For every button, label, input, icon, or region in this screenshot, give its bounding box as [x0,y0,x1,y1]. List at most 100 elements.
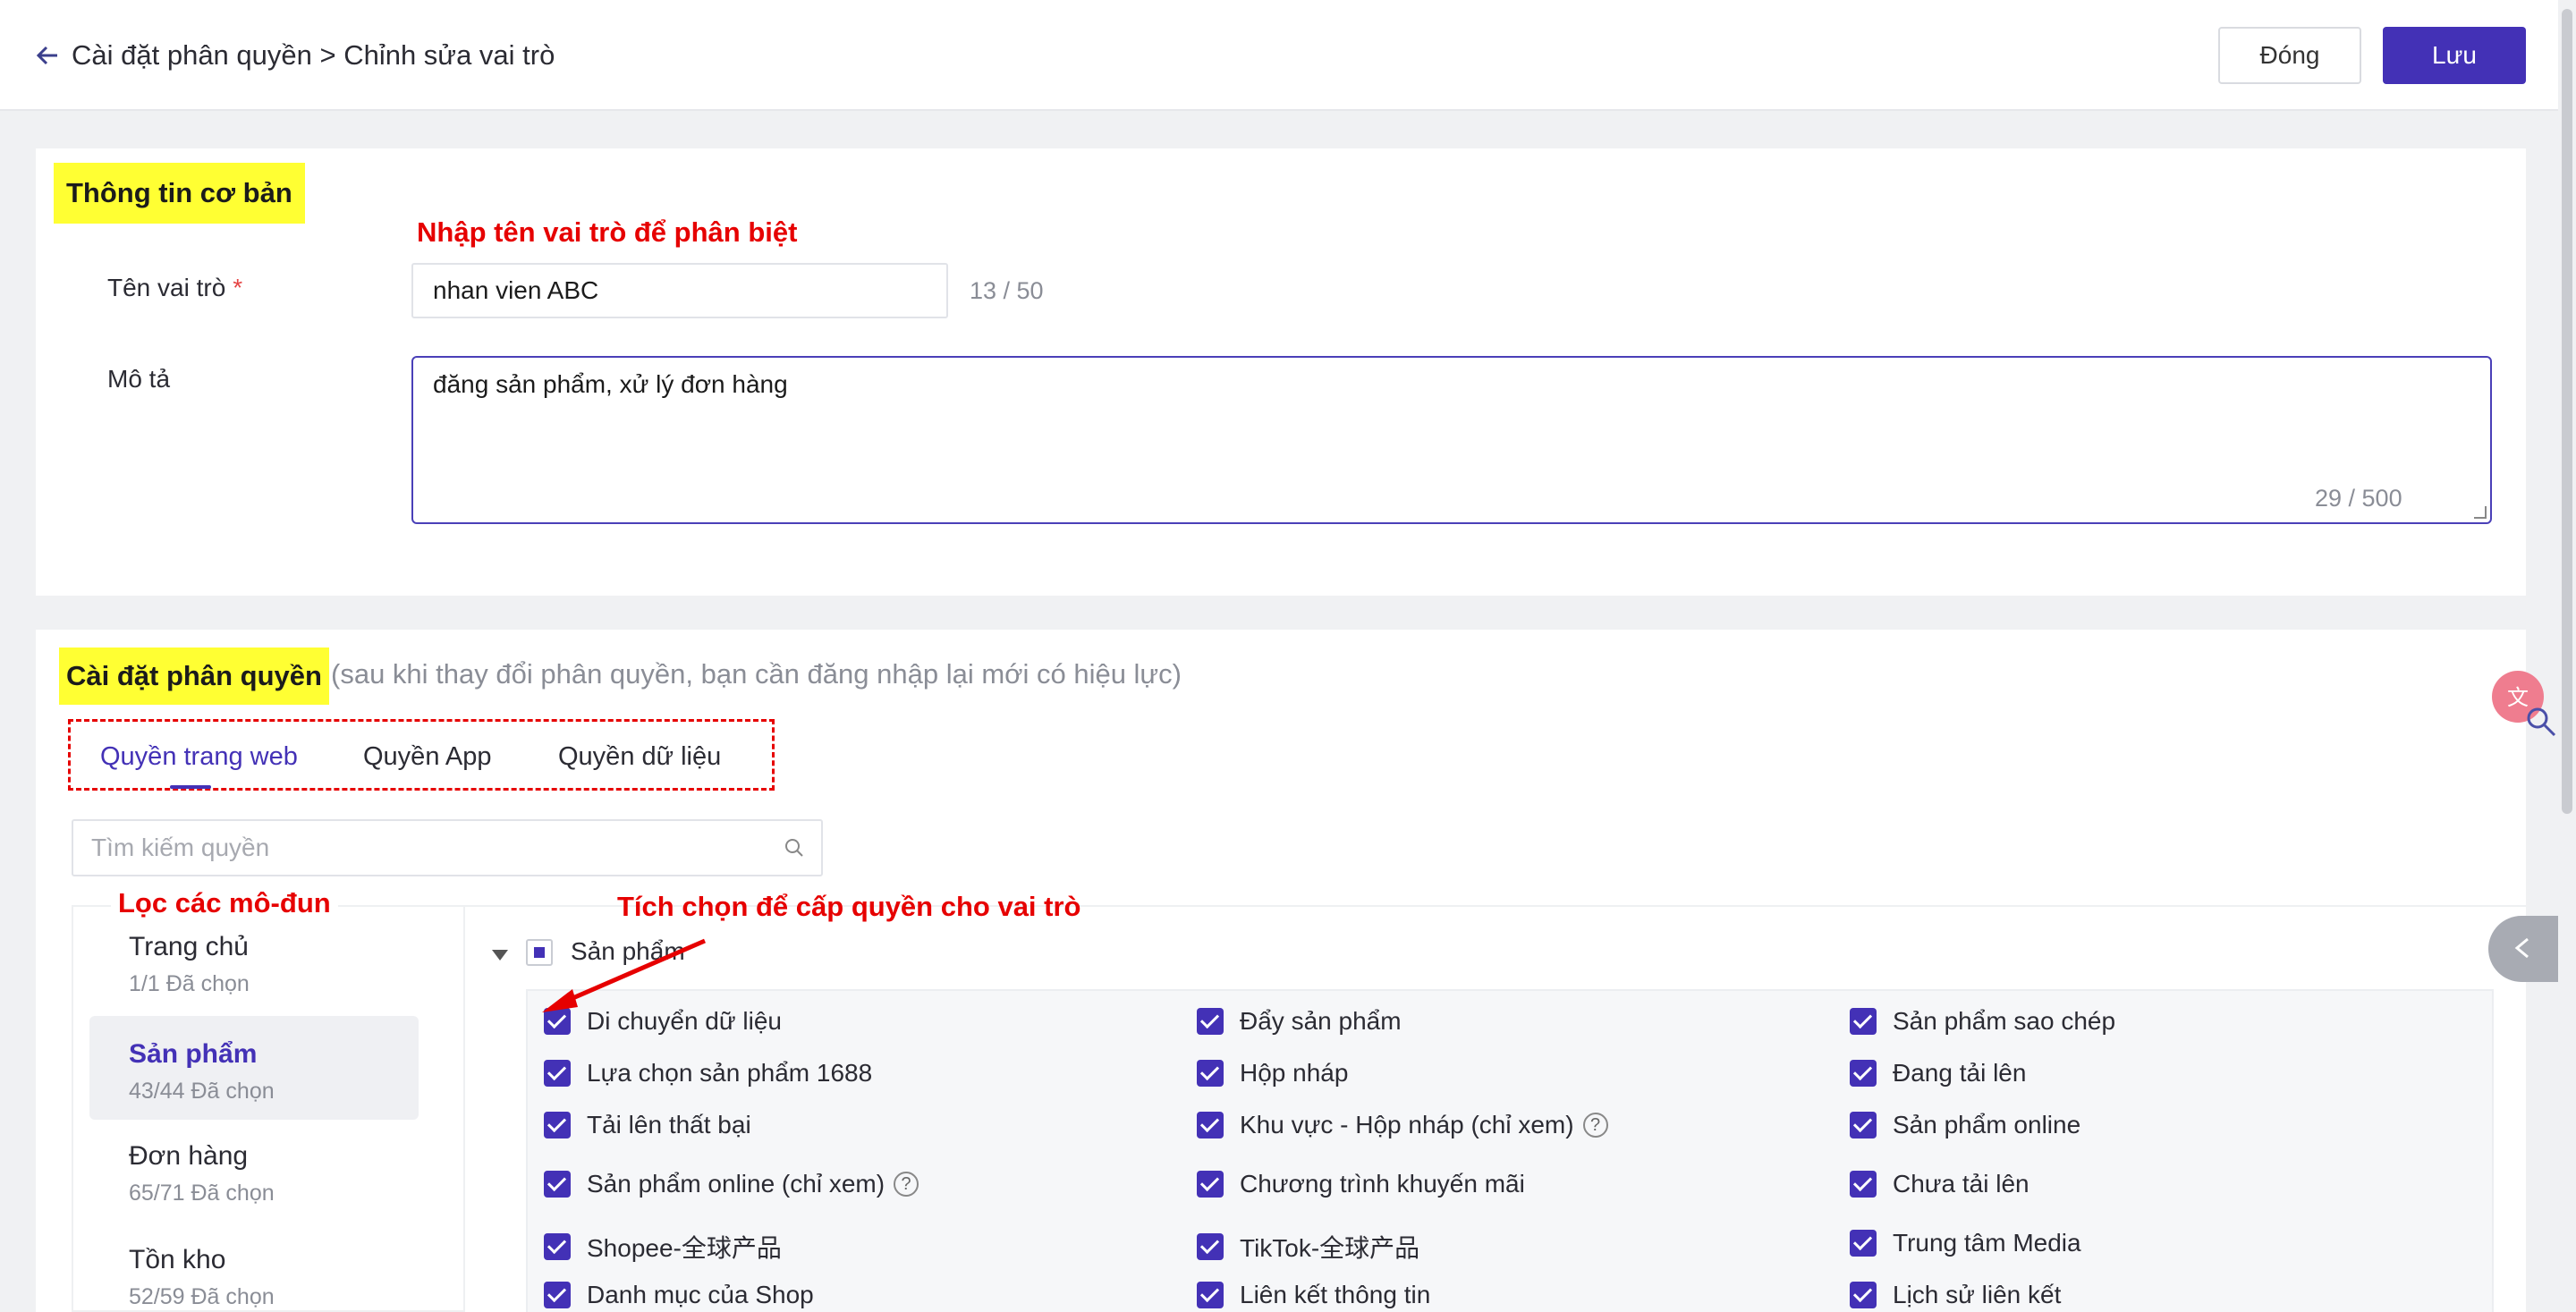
permission-item[interactable]: Hộp nháp [1197,1059,1348,1088]
permission-item[interactable]: TikTok-全球产品 [1197,1229,1419,1265]
permission-label: Chương trình khuyến mãi [1240,1170,1525,1198]
permission-label: TikTok-全球产品 [1240,1234,1420,1262]
permission-item[interactable]: Trung tâm Media [1850,1229,2081,1257]
checkbox-checked-icon[interactable] [1850,1060,1877,1087]
basic-info-title: Thông tin cơ bản [54,163,305,224]
role-name-input[interactable]: nhan vien ABC [411,263,948,318]
permission-item[interactable]: Sản phẩm sao chép [1850,1007,2115,1036]
permission-label: Đang tải lên [1893,1059,2027,1087]
checkbox-checked-icon[interactable] [544,1008,571,1035]
help-circle-icon[interactable]: ? [894,1172,919,1197]
chevron-left-icon[interactable] [2512,935,2533,961]
search-icon[interactable] [784,837,805,859]
collapse-caret-icon[interactable] [492,950,508,961]
module-title: Trang chủ [129,932,249,961]
tab-web-permission[interactable]: Quyền trang web [100,742,298,772]
group-partial-checkbox[interactable] [526,939,553,966]
permission-label: Lịch sử liên kết [1893,1281,2062,1308]
annotation-name-hint: Nhập tên vai trò để phân biệt [417,216,798,248]
tab-app-permission[interactable]: Quyền App [363,742,492,772]
module-count: 65/71 Đã chọn [129,1181,275,1206]
permission-item[interactable]: Tải lên thất bại [544,1111,751,1139]
breadcrumb: Cài đặt phân quyền > Chỉnh sửa vai trò [72,39,555,71]
checkbox-checked-icon[interactable] [544,1233,571,1260]
scrollbar-thumb[interactable] [2562,9,2572,814]
permission-search [72,819,823,876]
permission-item[interactable]: Danh mục của Shop [544,1281,814,1309]
permission-item[interactable]: Di chuyển dữ liệu [544,1007,782,1036]
permission-item[interactable]: Chưa tải lên [1850,1170,2029,1198]
checkbox-checked-icon[interactable] [1850,1171,1877,1198]
module-item-inventory[interactable]: Tồn kho 52/59 Đã chọn [89,1223,419,1312]
permission-label: Danh mục của Shop [587,1281,814,1308]
permission-label: Di chuyển dữ liệu [587,1007,782,1035]
role-name-counter: 13 / 50 [970,277,1044,304]
annotation-tick-hint: Tích chọn để cấp quyền cho vai trò [617,891,1081,922]
permission-item[interactable]: Chương trình khuyến mãi [1197,1170,1525,1198]
permission-label: Chưa tải lên [1893,1170,2029,1198]
permission-label: Trung tâm Media [1893,1229,2081,1257]
resize-handle-icon[interactable] [2474,506,2487,519]
permission-item[interactable]: Khu vực - Hộp nháp (chỉ xem)? [1197,1111,1608,1139]
checkbox-checked-icon[interactable] [544,1112,571,1138]
checkbox-checked-icon[interactable] [1197,1171,1224,1198]
basic-info-card: Thông tin cơ bản Nhập tên vai trò để phâ… [36,148,2526,596]
permission-item[interactable]: Đẩy sản phẩm [1197,1007,1402,1036]
annotation-filter-hint: Lọc các mô-đun [111,887,338,919]
permission-item[interactable]: Sản phẩm online (chỉ xem)? [544,1170,919,1198]
permission-label: Tải lên thất bại [587,1111,751,1138]
permission-search-input[interactable] [73,821,753,875]
permission-grid: Di chuyển dữ liệu Đẩy sản phẩm Sản phẩm … [526,989,2494,1312]
permission-label: Sản phẩm sao chép [1893,1007,2116,1035]
close-button[interactable]: Đóng [2218,27,2361,84]
description-textarea[interactable]: đăng sản phẩm, xử lý đơn hàng [411,356,2492,524]
checkbox-checked-icon[interactable] [544,1282,571,1308]
description-label: Mô tả [107,365,171,393]
checkbox-checked-icon[interactable] [1850,1230,1877,1257]
tab-data-permission[interactable]: Quyền dữ liệu [558,742,721,772]
top-bar: Cài đặt phân quyền > Chỉnh sửa vai trò Đ… [0,0,2576,111]
module-title: Tồn kho [129,1245,226,1274]
description-counter: 29 / 500 [2315,485,2402,512]
role-name-label: Tên vai trò * [107,274,242,302]
checkbox-checked-icon[interactable] [1197,1060,1224,1087]
module-item-orders[interactable]: Đơn hàng 65/71 Đã chọn [89,1120,419,1223]
module-count: 52/59 Đã chọn [129,1284,275,1309]
group-title: Sản phẩm [571,937,685,965]
permission-label: Khu vực - Hộp nháp (chỉ xem) [1240,1111,1574,1138]
permission-item[interactable]: Đang tải lên [1850,1059,2026,1088]
permission-panel: Sản phẩm Di chuyển dữ liệu Đẩy sản phẩm … [465,905,2526,1312]
permission-label: Sản phẩm online (chỉ xem) [587,1170,886,1198]
permission-label: Lựa chọn sản phẩm 1688 [587,1059,873,1087]
required-mark: * [233,274,243,301]
module-count: 43/44 Đã chọn [129,1079,275,1104]
checkbox-checked-icon[interactable] [1197,1282,1224,1308]
module-item-products[interactable]: Sản phẩm 43/44 Đã chọn [89,1016,419,1120]
permission-item[interactable]: Shopee-全球产品 [544,1229,782,1265]
module-list: Trang chủ 1/1 Đã chọn Sản phẩm 43/44 Đã … [72,905,465,1312]
checkbox-checked-icon[interactable] [1850,1282,1877,1308]
module-title: Đơn hàng [129,1141,249,1171]
permission-label: Shopee-全球产品 [587,1234,782,1262]
module-item-home[interactable]: Trang chủ 1/1 Đã chọn [89,910,419,1014]
back-arrow-icon[interactable] [34,36,66,75]
checkbox-checked-icon[interactable] [1197,1008,1224,1035]
checkbox-checked-icon[interactable] [544,1060,571,1087]
permission-item[interactable]: Lựa chọn sản phẩm 1688 [544,1059,872,1088]
checkbox-checked-icon[interactable] [1197,1233,1224,1260]
checkbox-checked-icon[interactable] [1197,1112,1224,1138]
permission-item[interactable]: Lịch sử liên kết [1850,1281,2061,1309]
help-circle-icon[interactable]: ? [1582,1113,1608,1138]
permission-item[interactable]: Sản phẩm online [1850,1111,2080,1139]
permission-card: Cài đặt phân quyền (sau khi thay đổi phâ… [36,630,2526,1312]
permission-item[interactable]: Liên kết thông tin [1197,1281,1430,1309]
checkbox-checked-icon[interactable] [1850,1112,1877,1138]
checkbox-checked-icon[interactable] [1850,1008,1877,1035]
magnifier-icon[interactable] [2524,705,2560,741]
permission-label: Hộp nháp [1240,1059,1349,1087]
permission-label: Liên kết thông tin [1240,1281,1431,1308]
save-button[interactable]: Lưu [2383,27,2526,84]
checkbox-checked-icon[interactable] [544,1171,571,1198]
module-count: 1/1 Đã chọn [129,971,250,996]
permission-note: (sau khi thay đổi phân quyền, bạn cần đă… [331,658,1182,690]
